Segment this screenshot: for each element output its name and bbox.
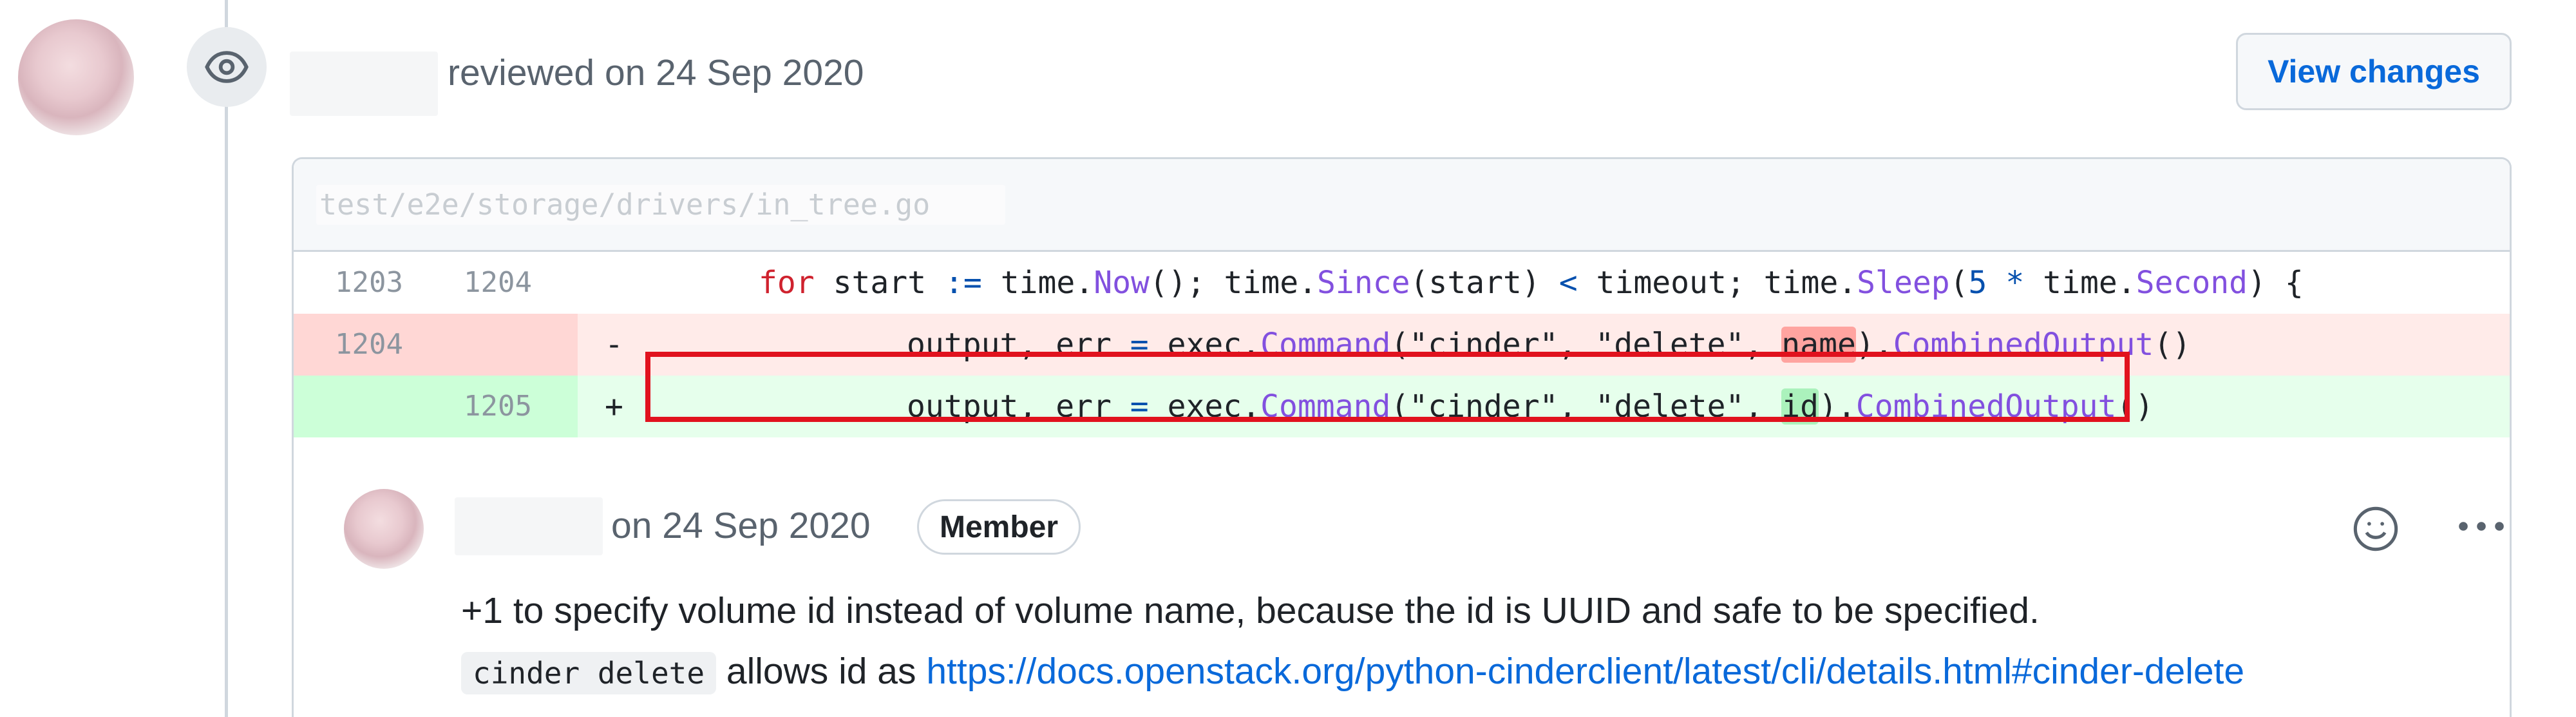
- timeline-line: [225, 0, 228, 717]
- new-line-number[interactable]: [403, 314, 532, 376]
- old-line-number[interactable]: 1203: [294, 252, 403, 314]
- more-options-icon[interactable]: [2456, 507, 2507, 546]
- new-line-number[interactable]: 1205: [403, 376, 532, 437]
- comment-text-line1: +1 to specify volume id instead of volum…: [461, 590, 2040, 631]
- reviewer-avatar[interactable]: [18, 19, 134, 135]
- comment-timestamp[interactable]: on 24 Sep 2020: [611, 504, 871, 547]
- commenter-avatar[interactable]: [344, 489, 424, 569]
- view-changes-button[interactable]: View changes: [2236, 33, 2512, 110]
- old-line-number[interactable]: 1204: [294, 314, 403, 376]
- redacted-commenter-name: [455, 497, 603, 555]
- eye-icon: [187, 27, 267, 107]
- highlight-box: [645, 352, 2130, 422]
- diff-row-context: 1203 1204 for start := time.Now(); time.…: [294, 252, 2510, 314]
- review-action-text: reviewed on 24 Sep 2020: [448, 52, 864, 93]
- diff-code-line: for start := time.Now(); time.Since(star…: [759, 265, 2304, 301]
- comment: on 24 Sep 2020 Member +1 to specify volu…: [294, 443, 2510, 717]
- comment-text-fragment: allows id as: [726, 651, 916, 692]
- smiley-icon[interactable]: [2351, 504, 2400, 553]
- diff-file-header: test/e2e/storage/drivers/in_tree.go: [294, 159, 2510, 252]
- deletion-marker: -: [605, 327, 623, 363]
- inline-code: cinder delete: [461, 652, 717, 694]
- member-badge: Member: [917, 499, 1081, 555]
- redacted-username: [290, 52, 438, 116]
- review-comment-card: test/e2e/storage/drivers/in_tree.go 1203…: [292, 157, 2512, 717]
- docs-link[interactable]: https://docs.openstack.org/python-cinder…: [926, 651, 2244, 692]
- new-line-number[interactable]: 1204: [403, 252, 532, 314]
- addition-marker: +: [605, 388, 623, 425]
- file-path[interactable]: test/e2e/storage/drivers/in_tree.go: [319, 187, 930, 222]
- old-line-number[interactable]: [294, 376, 403, 437]
- comment-text-line2: cinder delete allows id as https://docs.…: [461, 650, 2244, 694]
